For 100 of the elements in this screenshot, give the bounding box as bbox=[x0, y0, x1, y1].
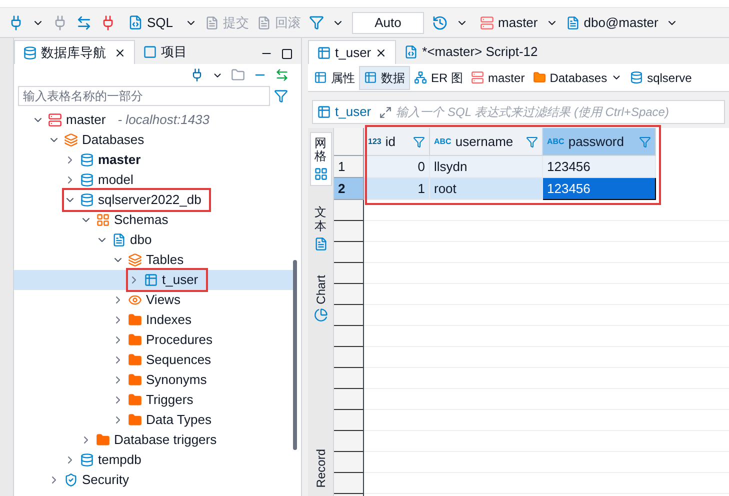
table-cell[interactable]: 1 bbox=[364, 178, 430, 200]
close-icon[interactable] bbox=[114, 46, 126, 58]
document-icon bbox=[205, 16, 220, 30]
table-icon bbox=[364, 71, 377, 84]
plug-icon[interactable] bbox=[190, 68, 204, 82]
document-icon bbox=[257, 16, 272, 30]
table-cell[interactable]: 0 bbox=[364, 156, 430, 178]
script-icon bbox=[128, 15, 143, 30]
editor-tab[interactable]: *<master> Script-12 bbox=[396, 40, 546, 64]
column-label: id bbox=[385, 132, 396, 151]
column-header[interactable]: 123 id bbox=[364, 128, 430, 156]
sql-button[interactable]: SQL bbox=[124, 12, 178, 32]
tree-item[interactable]: dbo bbox=[130, 230, 152, 250]
window-icon bbox=[143, 45, 157, 59]
folder-icon[interactable] bbox=[231, 68, 245, 82]
table-cell[interactable]: 123456 bbox=[543, 156, 656, 178]
link-arrows-icon[interactable] bbox=[275, 68, 289, 82]
tree-item[interactable]: Procedures bbox=[146, 330, 212, 350]
grid-icon bbox=[96, 213, 110, 227]
stack-icon bbox=[64, 133, 78, 147]
folder-icon bbox=[128, 393, 142, 407]
editor-tab[interactable]: t_user bbox=[308, 40, 396, 64]
column-header[interactable]: ABC username bbox=[430, 128, 543, 156]
tree-item[interactable]: Views bbox=[146, 290, 180, 310]
diagram-icon bbox=[414, 71, 427, 84]
expand-icon[interactable] bbox=[379, 106, 392, 118]
server-icon bbox=[480, 16, 494, 30]
editor-subtab[interactable]: 属性 bbox=[310, 66, 359, 90]
folder-icon bbox=[128, 413, 142, 427]
tree-item[interactable]: master bbox=[66, 110, 106, 130]
tree-item[interactable]: tempdb bbox=[98, 450, 142, 470]
folder-icon bbox=[128, 313, 142, 327]
transaction-mode-field[interactable]: Auto bbox=[352, 12, 424, 34]
server-icon bbox=[48, 113, 62, 127]
database-icon bbox=[23, 46, 37, 60]
table-filter-field[interactable]: 输入表格名称的一部分 bbox=[18, 86, 270, 106]
tree-item[interactable]: Database triggers bbox=[114, 430, 217, 450]
tree-item[interactable]: sqlserver2022_db bbox=[98, 190, 202, 210]
document-icon bbox=[112, 233, 126, 247]
connection-host: - localhost:1433 bbox=[118, 111, 210, 130]
selected-row-highlight[interactable]: t_user bbox=[14, 270, 293, 290]
tree-item[interactable]: master bbox=[98, 150, 141, 170]
maximize-icon[interactable] bbox=[281, 48, 293, 60]
folder-icon bbox=[532, 71, 546, 84]
tree-item[interactable]: Sequences bbox=[146, 350, 212, 370]
scrollbar[interactable] bbox=[293, 260, 297, 450]
tree-item[interactable]: model bbox=[98, 170, 134, 190]
row-number[interactable]: 1 bbox=[334, 156, 364, 178]
view-mode-tab[interactable]: 网格 bbox=[310, 132, 332, 186]
tree-item[interactable]: Indexes bbox=[146, 310, 192, 330]
eye-icon bbox=[128, 293, 142, 307]
navigator-tab[interactable]: 数据库导航 bbox=[14, 40, 135, 64]
grid-icon bbox=[314, 167, 328, 182]
database-icon bbox=[80, 453, 94, 467]
sort-filter-icon[interactable] bbox=[639, 136, 651, 148]
sort-filter-icon[interactable] bbox=[526, 136, 538, 148]
database-icon bbox=[630, 71, 644, 84]
table-name: t_user bbox=[335, 103, 372, 122]
pie-chart-icon bbox=[314, 308, 328, 322]
filter-icon[interactable] bbox=[274, 89, 288, 103]
column-header[interactable]: ABC password bbox=[543, 128, 656, 156]
script-icon bbox=[404, 45, 418, 59]
folder-icon bbox=[96, 433, 110, 447]
view-mode-tab[interactable]: Record bbox=[310, 445, 332, 492]
table-cell[interactable]: llsydn bbox=[430, 156, 543, 178]
tree-item[interactable]: Security bbox=[82, 470, 129, 490]
tree-item[interactable]: Data Types bbox=[146, 410, 212, 430]
table-cell[interactable]: 123456 bbox=[543, 178, 656, 200]
editor-subtab[interactable]: 数据 bbox=[359, 66, 410, 90]
breadcrumb-item[interactable]: sqlserve bbox=[626, 68, 696, 86]
history-icon[interactable] bbox=[432, 14, 448, 30]
close-icon[interactable] bbox=[375, 46, 388, 58]
data-type-label: ABC bbox=[547, 136, 564, 148]
tree-item[interactable]: Databases bbox=[82, 130, 144, 150]
sort-filter-icon[interactable] bbox=[413, 136, 425, 148]
folder-icon bbox=[128, 373, 142, 387]
column-label: username bbox=[455, 132, 514, 151]
connection-selector[interactable]: master bbox=[480, 12, 538, 32]
table-cell[interactable]: root bbox=[430, 178, 543, 200]
folder-icon bbox=[128, 353, 142, 367]
tree-item[interactable]: Synonyms bbox=[146, 370, 207, 390]
column-label: password bbox=[568, 132, 625, 151]
view-mode-tab[interactable]: Chart bbox=[310, 270, 332, 326]
schema-selector[interactable]: dbo@master bbox=[566, 12, 658, 32]
tree-item[interactable]: Triggers bbox=[146, 390, 194, 410]
data-type-label: ABC bbox=[434, 136, 452, 148]
tree-item[interactable]: Schemas bbox=[114, 210, 168, 230]
tree-item[interactable]: t_user bbox=[162, 270, 198, 290]
document-icon bbox=[566, 16, 580, 30]
breadcrumb-item[interactable]: master bbox=[467, 68, 529, 86]
breadcrumb-item[interactable]: Databases bbox=[528, 68, 626, 86]
database-icon bbox=[80, 153, 94, 167]
server-icon bbox=[471, 71, 484, 84]
table-icon bbox=[144, 273, 158, 287]
row-number[interactable]: 2 bbox=[334, 178, 364, 200]
editor-subtab[interactable]: ER 图 bbox=[410, 66, 468, 90]
tree-item[interactable]: Tables bbox=[146, 250, 184, 270]
view-mode-tab[interactable]: 文本 bbox=[310, 202, 332, 255]
arrows-icon[interactable] bbox=[76, 14, 92, 30]
folder-icon bbox=[128, 333, 142, 347]
